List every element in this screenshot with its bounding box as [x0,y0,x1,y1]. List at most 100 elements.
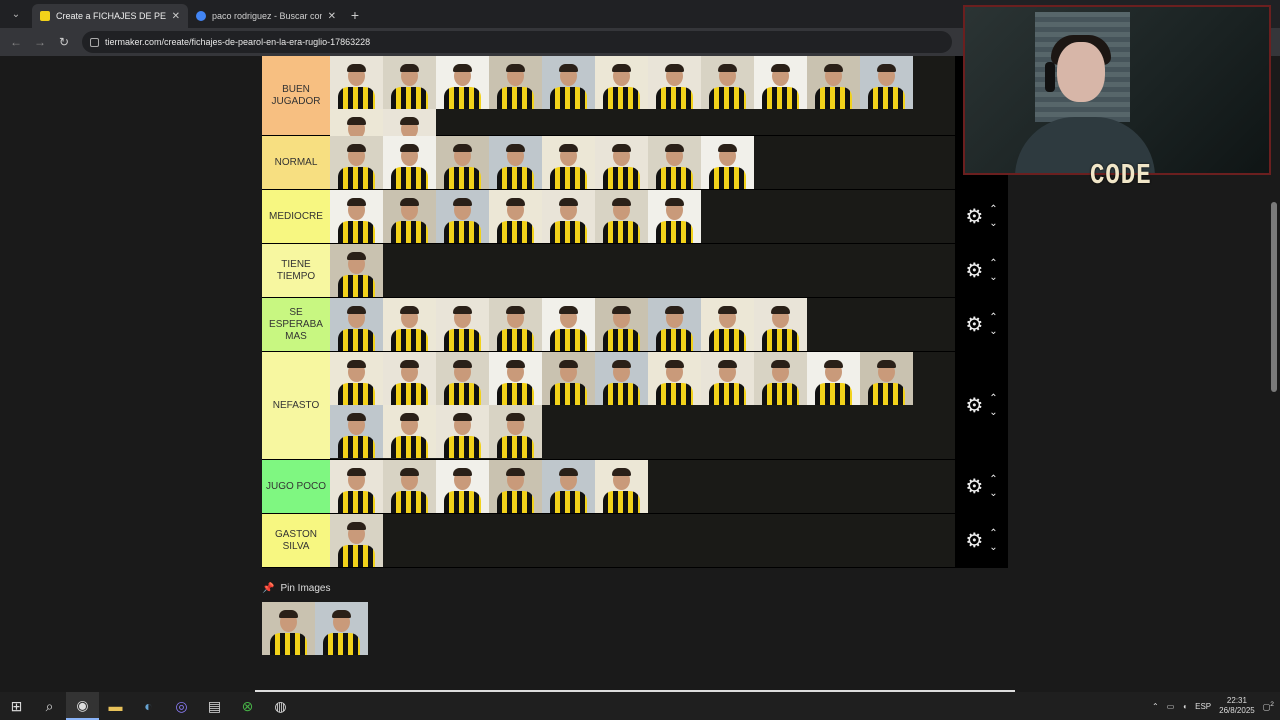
gear-icon[interactable]: ⚙ [965,477,983,497]
chevron-up-icon[interactable]: ⌃ [989,474,997,485]
player-card[interactable] [595,298,648,351]
player-card[interactable] [330,244,383,297]
player-card[interactable] [542,460,595,513]
player-card[interactable] [330,298,383,351]
search-icon[interactable]: ⌕ [33,692,66,720]
tier-label[interactable]: MEDIOCRE [262,190,330,243]
player-card[interactable] [648,298,701,351]
gear-icon[interactable]: ⚙ [965,261,983,281]
reload-icon[interactable]: ↻ [54,32,74,52]
discord-icon[interactable]: ◎ [165,692,198,720]
close-tab-icon[interactable]: ✕ [172,11,180,22]
tier-label[interactable]: BUEN JUGADOR [262,56,330,135]
player-card[interactable] [542,352,595,405]
player-card[interactable] [701,352,754,405]
chevron-down-icon[interactable]: ⌄ [989,326,997,337]
close-tab-icon[interactable]: ✕ [328,11,336,22]
tier-label[interactable]: TIENE TIEMPO [262,244,330,297]
player-card[interactable] [436,298,489,351]
player-card[interactable] [807,352,860,405]
player-card[interactable] [595,136,648,189]
windows-start-icon[interactable]: ⊞ [0,692,33,720]
player-card[interactable] [330,460,383,513]
player-card[interactable] [489,352,542,405]
player-card[interactable] [701,56,754,109]
player-card[interactable] [648,190,701,243]
player-card[interactable] [489,136,542,189]
epic-games-icon[interactable]: ▤ [198,692,231,720]
player-card[interactable] [436,190,489,243]
player-card[interactable] [383,460,436,513]
player-card[interactable] [489,405,542,458]
player-card[interactable] [754,352,807,405]
chevron-up-icon[interactable]: ⌃ [989,204,997,215]
pin-images-toggle[interactable]: 📌 Pin Images [262,583,330,594]
player-card[interactable] [807,56,860,109]
site-info-icon[interactable] [90,37,99,47]
tier-items[interactable] [330,56,955,162]
xbox-icon[interactable]: ⊗ [231,692,264,720]
player-card[interactable] [383,190,436,243]
forward-arrow-icon[interactable]: → [30,32,50,52]
chevron-up-icon[interactable]: ⌃ [989,528,997,539]
player-card[interactable] [383,298,436,351]
player-card[interactable] [330,514,383,567]
player-card[interactable] [383,56,436,109]
tier-items[interactable] [330,244,955,297]
network-icon[interactable]: ▭ [1167,702,1175,711]
tier-items[interactable] [330,190,955,243]
obs-icon[interactable]: ◍ [264,692,297,720]
tier-label[interactable]: NEFASTO [262,352,330,459]
player-card[interactable] [595,460,648,513]
player-card[interactable] [330,405,383,458]
player-card[interactable] [860,56,913,109]
new-tab-icon[interactable]: + [344,4,366,26]
gear-icon[interactable]: ⚙ [965,396,983,416]
language-indicator[interactable]: ESP [1195,702,1211,711]
chevron-down-icon[interactable]: ⌄ [989,542,997,553]
player-card[interactable] [542,190,595,243]
chevron-up-icon[interactable]: ⌃ [989,312,997,323]
clock[interactable]: 22:31 26/8/2025 [1219,696,1255,716]
player-card[interactable] [595,352,648,405]
player-card[interactable] [542,136,595,189]
tier-items[interactable] [330,352,955,459]
chevron-up-icon[interactable]: ⌃ [989,258,997,269]
tier-items[interactable] [330,514,955,567]
player-card[interactable] [648,56,701,109]
gear-icon[interactable]: ⚙ [965,531,983,551]
player-card[interactable] [436,136,489,189]
tier-label[interactable]: GASTON SILVA [262,514,330,567]
player-card[interactable] [595,190,648,243]
player-card[interactable] [436,460,489,513]
player-card[interactable] [383,405,436,458]
tier-label[interactable]: JUGO POCO [262,460,330,513]
player-card[interactable] [330,56,383,109]
player-card[interactable] [701,298,754,351]
tier-items[interactable] [330,298,955,351]
tier-items[interactable] [330,460,955,513]
volume-icon[interactable]: ◖ [1182,702,1187,711]
tier-label[interactable]: NORMAL [262,136,330,189]
player-card[interactable] [489,56,542,109]
player-card[interactable] [595,56,648,109]
chevron-down-icon[interactable]: ⌄ [989,488,997,499]
steam-icon[interactable]: ◐ [132,692,165,720]
player-card[interactable] [489,190,542,243]
chevron-down-icon[interactable]: ⌄ [989,407,997,418]
player-card[interactable] [648,136,701,189]
player-card[interactable] [542,56,595,109]
address-bar[interactable]: tiermaker.com/create/fichajes-de-pearol-… [82,31,952,53]
player-card[interactable] [489,298,542,351]
player-card[interactable] [701,136,754,189]
browser-tab-google[interactable]: paco rodriguez - Buscar con Go ✕ [188,4,344,28]
player-card[interactable] [648,352,701,405]
player-card[interactable] [436,56,489,109]
player-card[interactable] [330,352,383,405]
player-card[interactable] [262,602,315,655]
player-card[interactable] [860,352,913,405]
player-card[interactable] [754,56,807,109]
back-arrow-icon[interactable]: ← [6,32,26,52]
player-card[interactable] [330,136,383,189]
browser-tab-tiermaker[interactable]: Create a FICHAJES DE PEÑAROL ✕ [32,4,188,28]
